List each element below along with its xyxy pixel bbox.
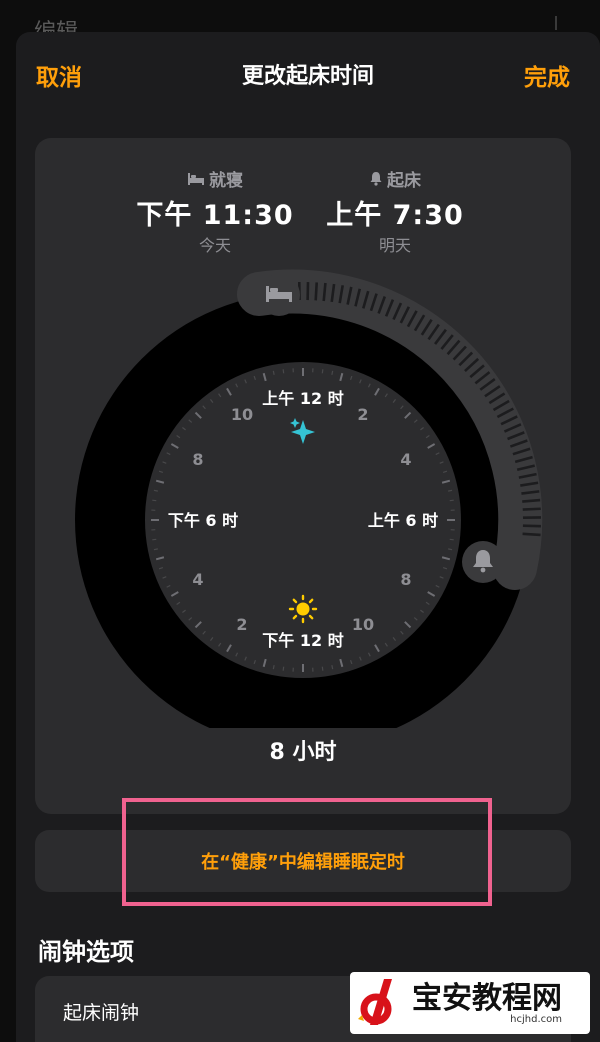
arc-tick <box>322 282 327 302</box>
clock-number: 10 <box>231 405 253 424</box>
clock-tick <box>331 370 334 375</box>
clock-tick <box>448 489 453 492</box>
wakeup-handle[interactable] <box>462 541 504 583</box>
arc-tick <box>522 532 541 537</box>
watermark-name: 宝安教程网 <box>412 980 562 1016</box>
clock-tick <box>152 499 157 502</box>
clock-tick <box>272 370 275 375</box>
clock-label-top: 上午 12 时 <box>262 389 343 408</box>
clock-tick <box>449 538 454 541</box>
done-button[interactable]: 完成 <box>524 58 570 92</box>
sun-icon <box>288 594 318 624</box>
clock-number: 4 <box>400 450 411 469</box>
clock-tick <box>153 489 158 492</box>
clock-label-bottom: 下午 12 时 <box>262 631 343 650</box>
clock-tick <box>331 665 334 670</box>
clock-tick <box>272 665 275 670</box>
change-wakeup-sheet: 取消 更改起床时间 完成 就寝 下午 11:30 今天 起床 上午 7:30 明… <box>16 32 600 1042</box>
clock-number: 8 <box>400 570 411 589</box>
clock-tick <box>153 548 158 551</box>
clock-number: 10 <box>352 615 374 634</box>
clock-label-right: 上午 6 时 <box>368 511 438 530</box>
clock-label-left: 下午 6 时 <box>168 511 238 530</box>
arc-tick <box>522 498 541 503</box>
sleep-duration: 8 小时 <box>269 740 337 765</box>
clock-number: 4 <box>192 570 203 589</box>
site-watermark: 宝安教程网 hcjhd.com <box>350 972 590 1034</box>
sleep-schedule-card: 就寝 下午 11:30 今天 起床 上午 7:30 明天 上午 12 时 下午 … <box>35 138 571 814</box>
sheet-title: 更改起床时间 <box>241 64 374 89</box>
clock-tick <box>449 499 454 502</box>
background-divider <box>555 16 557 30</box>
wakeup-alarm-label: 起床闹钟 <box>63 1002 140 1024</box>
bed-handle-icon <box>266 292 292 299</box>
clock-number: 2 <box>236 615 247 634</box>
clock-tick <box>282 369 285 374</box>
arc-tick <box>522 507 541 511</box>
clock-tick <box>321 666 324 671</box>
alarm-options-header: 闹钟选项 <box>38 938 134 966</box>
clock-tick <box>282 666 285 671</box>
arc-tick <box>314 282 319 301</box>
clock-tick <box>152 538 157 541</box>
clock-tick <box>448 548 453 551</box>
bedtime-handle[interactable] <box>258 274 300 316</box>
clock-number: 8 <box>192 450 203 469</box>
clock-tick <box>321 369 324 374</box>
highlight-annotation-box <box>122 798 492 906</box>
site-logo-icon <box>358 979 392 1025</box>
sleep-clock-dial[interactable]: 上午 12 时 下午 12 时 下午 6 时 上午 6 时 2 4 8 10 2… <box>35 138 571 728</box>
clock-number: 2 <box>357 405 368 424</box>
